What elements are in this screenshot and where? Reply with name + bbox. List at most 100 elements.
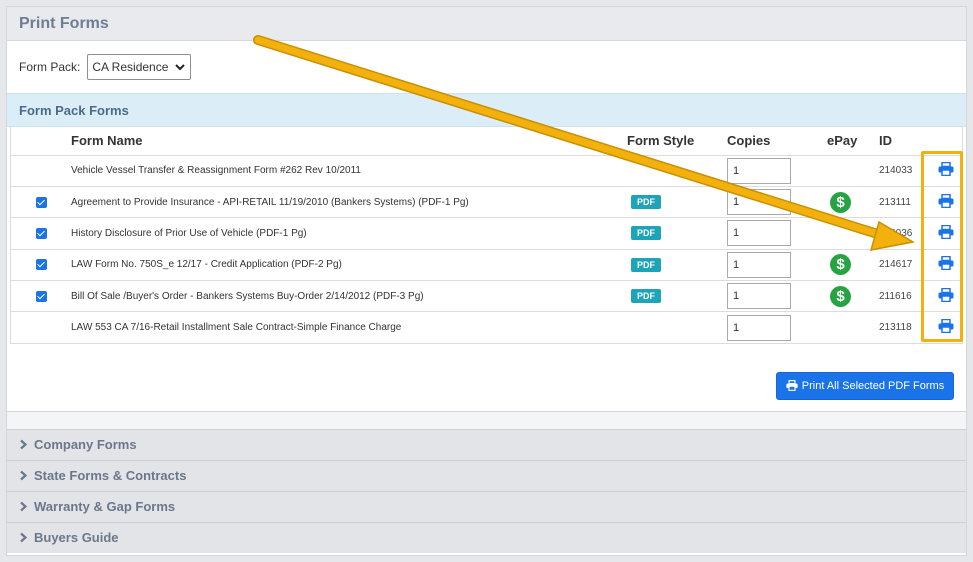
- chevron-right-icon: [20, 440, 28, 450]
- printer-icon: [938, 256, 953, 271]
- row-checkbox-cell[interactable]: [11, 280, 71, 313]
- chevron-down-icon: [175, 64, 186, 71]
- epay-cell: [827, 311, 879, 344]
- col-form-name: Form Name: [71, 127, 627, 156]
- forms-table-wrap: Form Name Form Style Copies ePay ID Vehi…: [10, 127, 963, 344]
- form-pack-select[interactable]: CA Residence: [87, 54, 192, 80]
- row-checkbox[interactable]: [35, 290, 47, 302]
- print-all-selected-button[interactable]: Print All Selected PDF Forms: [776, 371, 954, 400]
- copies-cell: [727, 217, 827, 250]
- form-name: Agreement to Provide Insurance - API-RET…: [71, 186, 627, 219]
- form-style-cell: PDF: [627, 217, 727, 250]
- copies-cell: [727, 186, 827, 219]
- form-style-cell: [627, 311, 727, 344]
- copies-input[interactable]: [727, 157, 791, 184]
- form-name: Bill Of Sale /Buyer's Order - Bankers Sy…: [71, 280, 627, 313]
- printer-icon: [938, 162, 953, 177]
- form-style-cell: PDF: [627, 249, 727, 282]
- print-form-button[interactable]: [929, 155, 962, 187]
- accordion-item-label: Buyers Guide: [34, 530, 119, 546]
- accordion-item-label: Warranty & Gap Forms: [34, 499, 176, 515]
- forms-table: Form Name Form Style Copies ePay ID Vehi…: [11, 127, 962, 344]
- print-form-button[interactable]: [929, 280, 962, 313]
- col-form-style: Form Style: [627, 127, 727, 156]
- pdf-badge: PDF: [631, 289, 661, 304]
- col-print: [929, 127, 962, 156]
- chevron-right-icon: [20, 502, 28, 512]
- form-pack-row: Form Pack: CA Residence: [7, 41, 966, 93]
- row-checkbox-cell[interactable]: [11, 311, 71, 344]
- accordion-item[interactable]: Buyers Guide: [7, 521, 966, 553]
- table-row: LAW Form No. 750S_e 12/17 - Credit Appli…: [11, 249, 962, 282]
- print-forms-panel: Print Forms Form Pack: CA Residence Form…: [6, 6, 967, 556]
- col-id: ID: [879, 127, 929, 156]
- accordion-item-label: State Forms & Contracts: [34, 468, 187, 484]
- print-form-button[interactable]: [929, 186, 962, 219]
- copies-input[interactable]: [727, 189, 791, 216]
- copies-cell: [727, 280, 827, 313]
- accordion-item[interactable]: State Forms & Contracts: [7, 459, 966, 491]
- epay-cell: [827, 155, 879, 187]
- copies-input[interactable]: [727, 220, 791, 247]
- form-id: 213118: [879, 311, 929, 344]
- epay-cell: $: [827, 249, 879, 282]
- copies-cell: [727, 155, 827, 187]
- print-all-row: Print All Selected PDF Forms: [7, 344, 966, 412]
- panel-header: Print Forms: [7, 7, 966, 41]
- col-epay: ePay: [827, 127, 879, 156]
- row-checkbox-cell[interactable]: [11, 155, 71, 187]
- row-checkbox[interactable]: [35, 196, 47, 208]
- page-title: Print Forms: [19, 14, 109, 32]
- row-checkbox[interactable]: [35, 227, 47, 239]
- form-name: LAW Form No. 750S_e 12/17 - Credit Appli…: [71, 249, 627, 282]
- printer-icon: [938, 193, 953, 208]
- col-select: [11, 127, 71, 156]
- printer-icon: [938, 287, 953, 302]
- copies-input[interactable]: [727, 283, 791, 310]
- form-id: 214033: [879, 155, 929, 187]
- row-checkbox-cell[interactable]: [11, 249, 71, 282]
- table-row: Bill Of Sale /Buyer's Order - Bankers Sy…: [11, 280, 962, 313]
- copies-input[interactable]: [727, 314, 791, 341]
- row-checkbox[interactable]: [35, 259, 47, 271]
- print-all-label: Print All Selected PDF Forms: [801, 379, 945, 392]
- form-id: 213111: [879, 186, 929, 219]
- printer-icon: [938, 319, 953, 334]
- table-row: LAW 553 CA 7/16-Retail Installment Sale …: [11, 311, 962, 344]
- print-form-button[interactable]: [929, 311, 962, 344]
- form-id: 211616: [879, 280, 929, 313]
- dollar-circle-icon[interactable]: $: [830, 191, 851, 213]
- table-header-row: Form Name Form Style Copies ePay ID: [11, 127, 962, 156]
- dollar-circle-icon[interactable]: $: [830, 254, 851, 276]
- epay-cell: $: [827, 186, 879, 219]
- copies-cell: [727, 311, 827, 344]
- form-pack-forms-title: Form Pack Forms: [19, 102, 129, 118]
- dollar-circle-icon[interactable]: $: [830, 285, 851, 307]
- table-row: Agreement to Provide Insurance - API-RET…: [11, 186, 962, 219]
- col-copies: Copies: [727, 127, 827, 156]
- table-row: History Disclosure of Prior Use of Vehic…: [11, 217, 962, 250]
- print-form-button[interactable]: [929, 249, 962, 282]
- copies-input[interactable]: [727, 251, 791, 278]
- copies-cell: [727, 249, 827, 282]
- form-pack-selected-value: CA Residence: [92, 60, 169, 74]
- print-form-button[interactable]: [929, 217, 962, 250]
- pdf-badge: PDF: [631, 257, 661, 272]
- form-id: 214036: [879, 217, 929, 250]
- pdf-badge: PDF: [631, 226, 661, 241]
- table-row: Vehicle Vessel Transfer & Reassignment F…: [11, 155, 962, 187]
- form-name: History Disclosure of Prior Use of Vehic…: [71, 217, 627, 250]
- row-checkbox-cell[interactable]: [11, 217, 71, 250]
- accordion-item-label: Company Forms: [34, 437, 137, 453]
- accordion-item[interactable]: Warranty & Gap Forms: [7, 490, 966, 522]
- row-checkbox-cell[interactable]: [11, 186, 71, 219]
- epay-cell: [827, 217, 879, 250]
- printer-icon: [938, 224, 953, 239]
- form-style-cell: [627, 155, 727, 187]
- pdf-badge: PDF: [631, 195, 661, 210]
- accordion-item[interactable]: Company Forms: [7, 428, 966, 460]
- form-pack-forms-header: Form Pack Forms: [7, 93, 966, 127]
- chevron-right-icon: [20, 471, 28, 481]
- form-category-accordion: Company Forms State Forms & Contracts Warr…: [7, 428, 966, 553]
- printer-icon: [786, 380, 798, 392]
